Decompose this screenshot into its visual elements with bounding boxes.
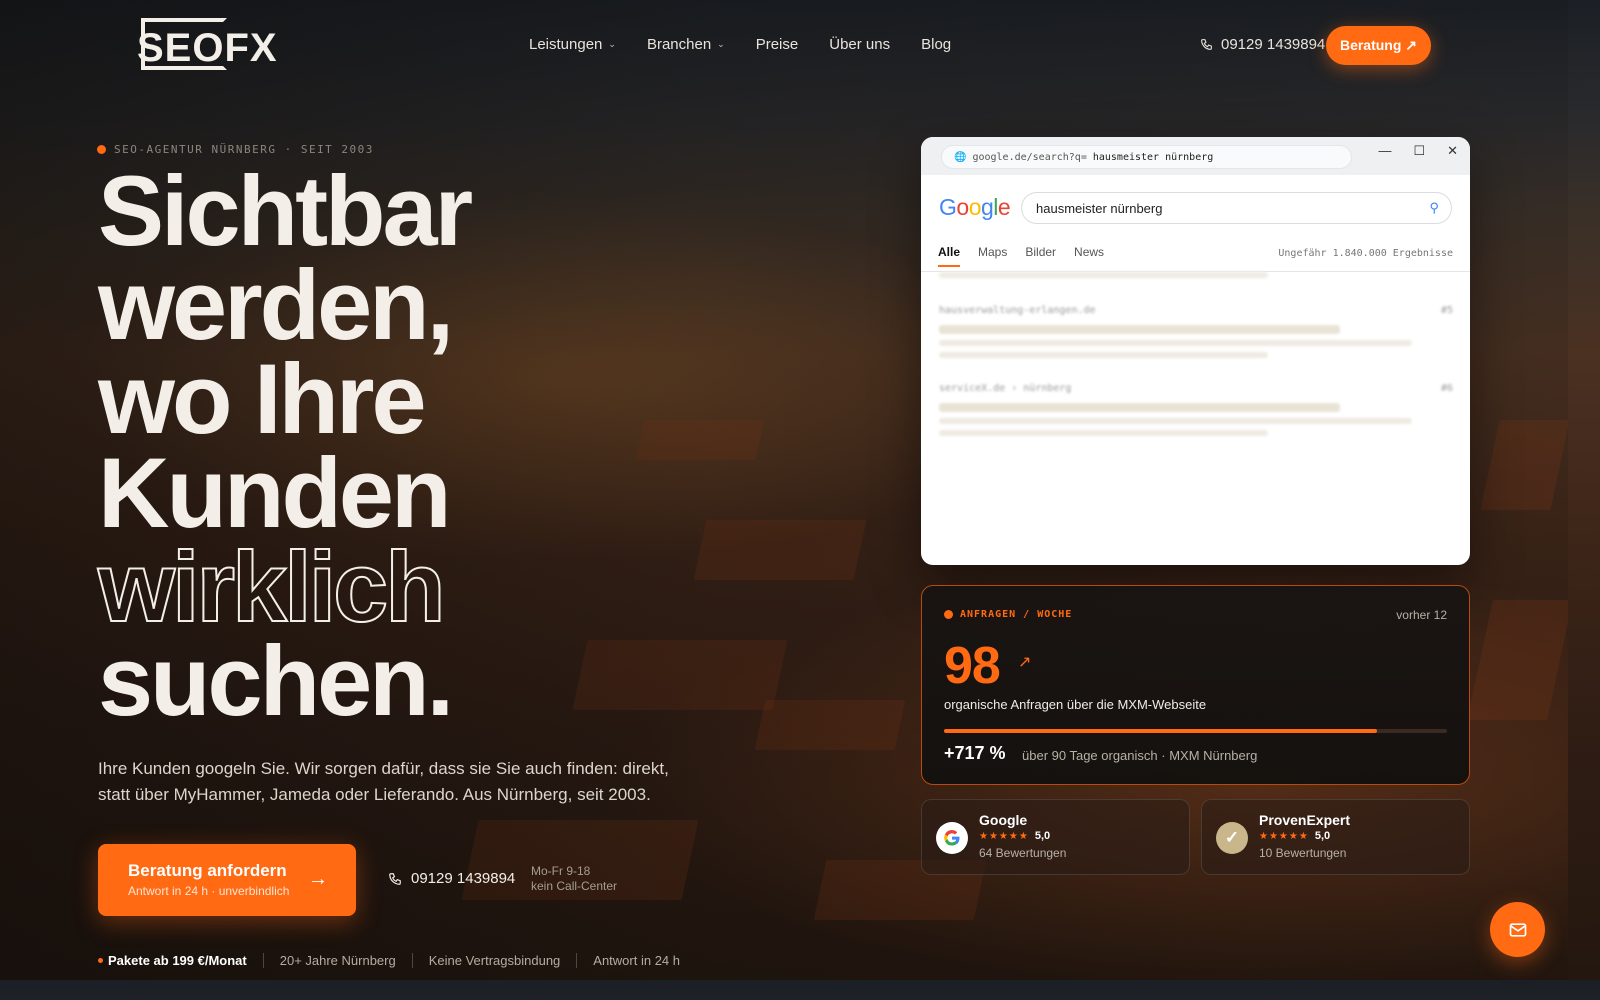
metric-label: ANFRAGEN / WOCHE (944, 609, 1072, 620)
top-navigation: SEOFX Leistungen ⌄ Branchen ⌄ Preise Über … (0, 0, 1568, 90)
search-result: hausverwaltung-erlangen.de #5 (939, 305, 1453, 358)
beratung-button[interactable]: Beratung ↗ (1326, 26, 1431, 65)
browser-chrome: 🌐 google.de/search?q= hausmeister nürnber… (921, 137, 1470, 175)
search-result: serviceX.de › nürnberg #6 (939, 383, 1453, 436)
trust-item: Keine Vertragsbindung (411, 953, 577, 968)
headline-line: suchen. (98, 625, 454, 736)
window-controls: — ☐ ✕ (1378, 143, 1458, 159)
metric-progress-bar (944, 729, 1447, 733)
arrow-up-right-icon: ↗ (1018, 654, 1032, 671)
star-rating: ★★★★★ 5,0 (1259, 830, 1331, 842)
metric-description: organische Anfragen über die MXM-Webseit… (944, 697, 1207, 712)
tab-maps: Maps (978, 245, 1008, 259)
metric-previous: vorher 12 (1396, 608, 1447, 622)
provenexpert-review-card[interactable]: ✓ ProvenExpert ★★★★★ 5,0 10 Bewertungen (1201, 799, 1470, 875)
chevron-down-icon: ⌄ (608, 39, 616, 49)
opening-hours: Mo-Fr 9-18 kein Call-Center (531, 864, 618, 893)
search-result-partial (939, 272, 1453, 278)
metric-progress-fill (944, 729, 1377, 733)
headline-line: werden, (98, 249, 454, 360)
inquiries-metric-card: ANFRAGEN / WOCHE vorher 12 98 ↗ organisc… (921, 585, 1470, 785)
menu-item-branchen[interactable]: Branchen ⌄ (647, 36, 725, 53)
arrow-right-icon: → (308, 868, 328, 890)
phone-icon (1201, 39, 1212, 50)
menu-item-leistungen[interactable]: Leistungen ⌄ (529, 36, 616, 53)
google-lens-icon: ⚲ (1429, 200, 1439, 215)
google-review-card[interactable]: Google ★★★★★ 5,0 64 Bewertungen (921, 799, 1190, 875)
headline-line: wo Ihre (98, 343, 427, 454)
trust-item: Antwort in 24 h (576, 953, 696, 968)
tab-alle: Alle (938, 245, 961, 267)
hero-lead-text: Ihre Kunden googeln Sie. Wir sorgen dafü… (98, 759, 669, 804)
hero-headline: Sichtbar werden, wo Ihre Kunden wirklich… (97, 155, 473, 736)
beratung-anfordern-button[interactable]: Beratung anfordern Antwort in 24 h · unv… (98, 844, 356, 916)
metric-delta: +717 % (944, 743, 1006, 763)
metric-note: über 90 Tage organisch · MXM Nürnberg (1022, 748, 1258, 763)
check-badge-icon: ✓ (1216, 822, 1248, 854)
bullet-icon (98, 958, 103, 963)
menu-item-blog[interactable]: Blog (921, 36, 951, 53)
main-menu: Leistungen ⌄ Branchen ⌄ Preise Über uns Bl… (529, 36, 951, 53)
star-rating: ★★★★★ 5,0 (979, 830, 1051, 842)
logo[interactable]: SEOFX (137, 16, 277, 74)
google-search-field: hausmeister nürnberg ⚲ (1021, 192, 1452, 224)
result-count: Ungefähr 1.840.000 Ergebnisse (1278, 248, 1453, 259)
trust-item: Pakete ab 199 €/Monat (98, 953, 263, 968)
metric-value: 98 (944, 637, 1001, 695)
maximize-icon: ☐ (1413, 143, 1426, 158)
menu-item-preise[interactable]: Preise (756, 36, 799, 53)
hero-phone-link[interactable]: 09129 1439894 (388, 870, 515, 887)
google-g-icon (936, 822, 968, 854)
globe-icon: 🌐 (954, 151, 967, 163)
address-bar: 🌐 google.de/search?q= hausmeister nürnber… (941, 145, 1352, 169)
google-logo: Google (939, 194, 1011, 220)
trust-item: 20+ Jahre Nürnberg (262, 953, 412, 968)
chevron-down-icon: ⌄ (717, 39, 725, 49)
status-dot (944, 610, 953, 619)
trust-bar: Pakete ab 199 €/Monat 20+ Jahre Nürnberg… (98, 953, 696, 968)
headline-line-outlined: wirklich (97, 531, 447, 642)
headline-line: Sichtbar (98, 155, 473, 266)
status-dot (97, 145, 106, 154)
contact-mail-button[interactable] (1490, 902, 1545, 957)
menu-item-ueber-uns[interactable]: Über uns (829, 36, 890, 53)
google-tabs: Alle Maps Bilder News (938, 245, 1104, 267)
nav-phone-link[interactable]: 09129 1439894 (1200, 36, 1325, 53)
tab-news: News (1074, 245, 1105, 259)
phone-icon (389, 872, 401, 885)
close-icon: ✕ (1447, 143, 1458, 158)
headline-line: Kunden (98, 437, 451, 548)
tab-bilder: Bilder (1025, 245, 1057, 259)
google-search-mockup: 🌐 google.de/search?q= hausmeister nürnber… (921, 137, 1470, 565)
minimize-icon: — (1378, 143, 1392, 158)
mail-icon (1509, 922, 1526, 937)
